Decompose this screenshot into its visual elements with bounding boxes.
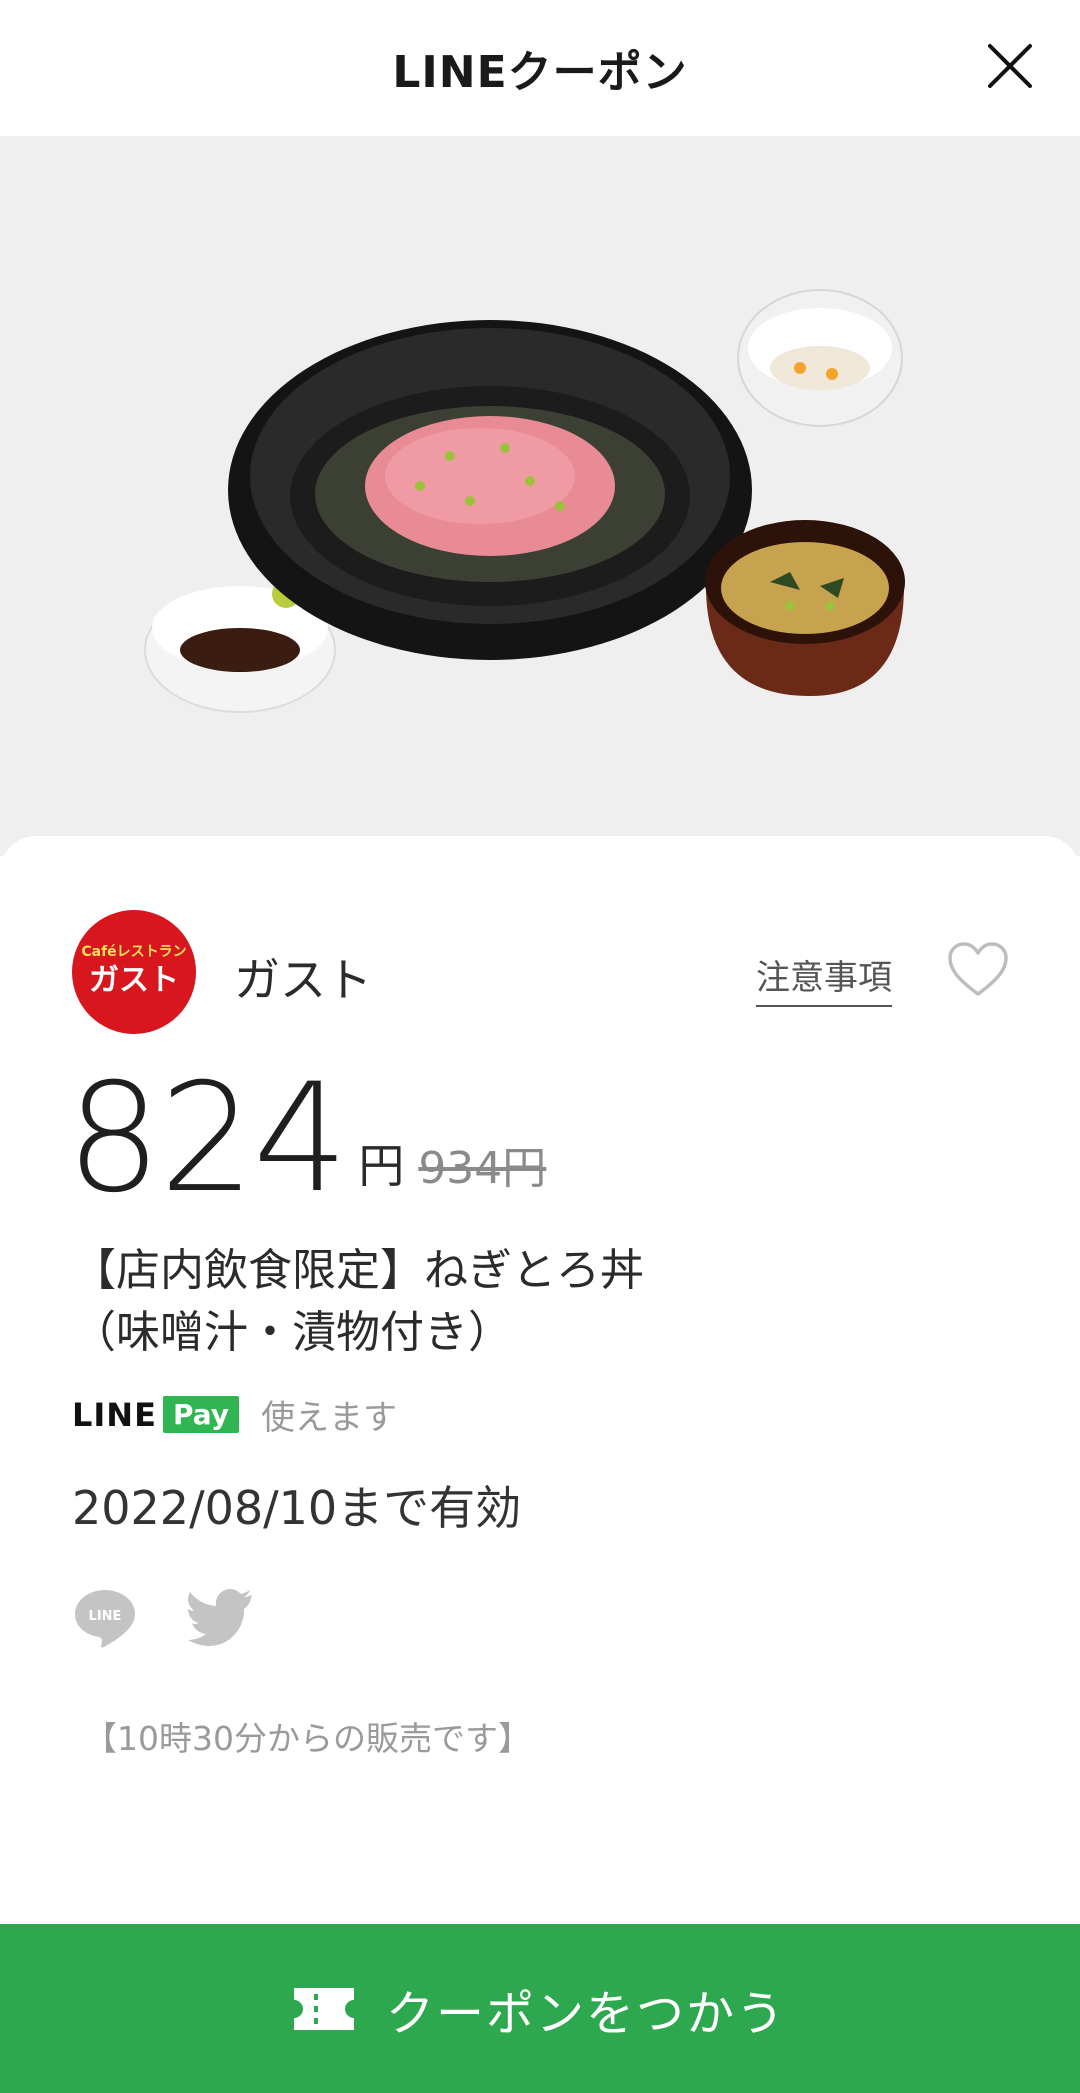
product-name-line1: 【店内飲食限定】ねぎとろ丼	[72, 1245, 644, 1296]
price-original: 934円	[418, 1143, 547, 1194]
product-name-line2: （味噌汁・漬物付き）	[72, 1307, 512, 1358]
page-title: LINEクーポン	[392, 47, 688, 98]
linepay-badge: LINE Pay 使えます	[72, 1390, 397, 1439]
logo-subtext: Caféレストラン	[81, 944, 186, 960]
price-row: 824 円 934円	[66, 1054, 546, 1214]
use-coupon-label: クーポンをつかう	[385, 1985, 786, 2042]
store-logo: Caféレストラン ガスト	[72, 910, 196, 1034]
linepay-usable-text: 使えます	[261, 1398, 397, 1438]
food-illustration	[144, 289, 905, 713]
product-name: 【店内飲食限定】ねぎとろ丼 （味噌汁・漬物付き）	[72, 1240, 972, 1364]
linepay-line-text: LINE	[72, 1395, 157, 1434]
line-share-icon[interactable]: LINE	[72, 1586, 138, 1648]
store-name: ガスト	[234, 953, 372, 1007]
sale-note: 【10時30分からの販売です】	[84, 1719, 531, 1758]
price-current: 824	[66, 1052, 348, 1226]
coupon-card: Caféレストラン ガスト ガスト 注意事項 824 円 934円 【店内飲食限…	[0, 836, 1080, 1926]
use-coupon-button[interactable]: クーポンをつかう	[0, 1924, 1080, 2093]
coupon-hero-image	[0, 136, 1080, 856]
twitter-share-icon[interactable]	[188, 1588, 254, 1646]
header: LINEクーポン	[0, 0, 1080, 136]
notice-link[interactable]: 注意事項	[756, 950, 892, 1007]
price-unit: 円	[358, 1139, 405, 1193]
ticket-icon	[293, 1987, 354, 2030]
line-share-text: LINE	[89, 1609, 122, 1624]
linepay-pay-text: Pay	[162, 1396, 239, 1433]
close-icon[interactable]	[982, 38, 1038, 94]
heart-icon[interactable]	[946, 940, 1010, 1000]
logo-text: ガスト	[89, 963, 179, 998]
validity-date: 2022/08/10まで有効	[72, 1481, 522, 1535]
